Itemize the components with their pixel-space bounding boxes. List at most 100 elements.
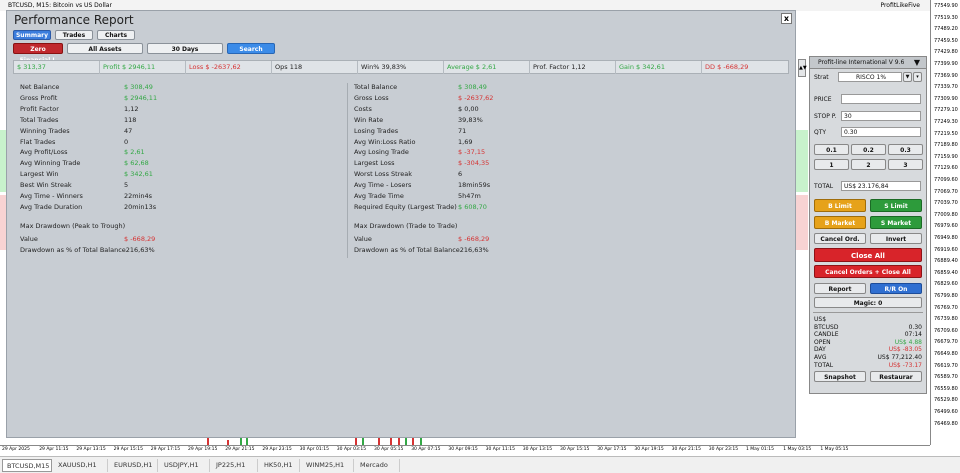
- stat-row: Largest Win $ 342,61: [20, 170, 320, 180]
- search-button[interactable]: Search: [227, 43, 275, 54]
- close-button[interactable]: x: [781, 13, 792, 24]
- stat-value: 1,12: [124, 104, 139, 113]
- price-tick-label: 77249.30: [934, 119, 958, 125]
- stat-row: Losing Trades 71: [354, 127, 654, 137]
- strat-extra-button[interactable]: ▾: [913, 72, 922, 82]
- price-axis: 77549.90 77519.30 77489.20 77459.50 77429.80…: [930, 0, 960, 445]
- price-input[interactable]: [841, 94, 921, 104]
- tab-trades[interactable]: Trades: [55, 30, 93, 40]
- tab-charts[interactable]: Charts: [97, 30, 135, 40]
- report-button[interactable]: Report: [814, 283, 866, 294]
- stop-input[interactable]: 30: [841, 111, 921, 121]
- drawdown-value: $ -668,29: [124, 234, 156, 243]
- time-tick-label: 29 Apr 19:15: [188, 447, 218, 452]
- price-tick-label: 76529.80: [934, 397, 958, 404]
- price-tick-label: 77399.90: [934, 61, 958, 67]
- panel-info-label: BTCUSD: [814, 323, 839, 331]
- stat-label: Total Balance: [354, 83, 398, 91]
- stat-row: Net Balance $ 308,49: [20, 83, 320, 93]
- strat-select[interactable]: RISCO 1%: [838, 72, 902, 82]
- price-tick-label: 77369.90: [934, 72, 958, 79]
- price-tick-label: 76619.70: [934, 362, 958, 369]
- symbol-tab[interactable]: JP225,H1: [212, 459, 258, 472]
- stat-label: Largest Loss: [354, 159, 395, 168]
- stat-row: Largest Loss $ -304,35: [354, 159, 654, 169]
- symbol-tab[interactable]: XAUUSD,H1: [54, 459, 108, 472]
- time-tick-label: 30 Apr 11:15: [485, 447, 515, 452]
- tab-summary[interactable]: Summary: [13, 30, 51, 40]
- candle: [240, 438, 242, 445]
- assets-selector[interactable]: All Assets: [67, 43, 143, 54]
- performance-report-window: Performance Report x Summary Trades Char…: [6, 10, 796, 438]
- chart-top-label: ProfitLikeFive: [880, 2, 920, 9]
- collapse-arrow-icon[interactable]: ▼: [914, 57, 920, 69]
- symbol-tab[interactable]: BTCUSD,M15: [2, 459, 52, 472]
- sell-limit-button[interactable]: S Limit: [870, 199, 922, 212]
- stat-value: $ -304,35: [458, 159, 490, 168]
- panel-info-label: OPEN: [814, 338, 831, 346]
- stat-value: $ -2637,62: [458, 93, 494, 102]
- total-field: US$ 23.176,84: [841, 181, 921, 191]
- multiplier-button[interactable]: 1: [814, 159, 849, 170]
- qty-preset-button[interactable]: 0.3: [888, 144, 923, 155]
- price-tick-label: 77039.70: [934, 200, 958, 207]
- symbol-tab[interactable]: Mercado: [356, 459, 400, 472]
- stat-label: Total Trades: [20, 115, 59, 124]
- price-tick-label: 76799.80: [934, 293, 958, 299]
- rr-toggle-button[interactable]: R/R On: [870, 283, 922, 294]
- summary-cell: Prof. Factor 1,12: [530, 61, 616, 74]
- buy-market-button[interactable]: B Market: [814, 216, 866, 229]
- stat-value: $ 308,49: [458, 83, 487, 91]
- time-tick-label: 30 Apr 17:15: [597, 447, 627, 452]
- drawdown-pct-row: Drawdown as % of Total Balance216,63%: [354, 246, 654, 256]
- qty-input[interactable]: 0.30: [841, 127, 921, 137]
- drawdown-pct-row: Drawdown as % of Total Balance216,63%: [20, 246, 320, 256]
- multiplier-button[interactable]: 2: [851, 159, 886, 170]
- stat-row: Best Win Streak 5: [20, 181, 320, 191]
- stat-row: Flat Trades 0: [20, 138, 320, 148]
- price-tick-label: 77069.70: [934, 188, 958, 195]
- stat-value: $ 608,70: [458, 202, 487, 211]
- price-tick-label: 76829.60: [934, 281, 958, 288]
- buy-limit-button[interactable]: B Limit: [814, 199, 866, 212]
- qty-preset-button[interactable]: 0.2: [851, 144, 886, 155]
- close-all-button[interactable]: Close All: [814, 248, 922, 262]
- stat-value: $ 0,00: [458, 104, 479, 113]
- invert-button[interactable]: Invert: [870, 233, 922, 244]
- stat-label: Best Win Streak: [20, 181, 72, 190]
- symbol-tab[interactable]: HK50,H1: [260, 459, 300, 472]
- stat-row: Winning Trades 47: [20, 127, 320, 137]
- stat-row: Total Trades 118: [20, 116, 320, 126]
- stat-label: Net Balance: [20, 83, 60, 91]
- qty-preset-button[interactable]: 0.1: [814, 144, 849, 155]
- stat-row: Total Balance $ 308,49: [354, 83, 654, 93]
- period-selector[interactable]: 30 Days: [147, 43, 223, 54]
- cancel-close-all-button[interactable]: Cancel Orders + Close All: [814, 265, 922, 278]
- stats-divider: [347, 83, 348, 258]
- sell-market-button[interactable]: S Market: [870, 216, 922, 229]
- time-tick-label: 30 Apr 21:15: [671, 447, 701, 452]
- panel-info-row: TOTAL US$ -73.17: [814, 362, 922, 370]
- snapshot-button[interactable]: Snapshot: [814, 371, 866, 382]
- symbol-tab[interactable]: WINM25,H1: [302, 459, 354, 472]
- symbol-tab[interactable]: EURUSD,H1: [110, 459, 158, 472]
- restore-button[interactable]: Restaurar: [870, 371, 922, 382]
- stat-row: Gross Loss $ -2637,62: [354, 94, 654, 104]
- stat-label: Win Rate: [354, 115, 384, 124]
- symbol-tabs: BTCUSD,M15 XAUUSD,H1 EURUSD,H1 USDJPY,H1 JP2…: [0, 456, 960, 473]
- price-tick-label: 77159.90: [934, 153, 958, 160]
- symbol-tab[interactable]: USDJPY,H1: [160, 459, 210, 472]
- account-selector[interactable]: Zero Financial L: [13, 43, 63, 64]
- multiplier-button[interactable]: 3: [888, 159, 923, 170]
- drawdown-pct-label: Drawdown as % of Total Balance216,63%: [20, 245, 155, 254]
- magic-button[interactable]: Magic: 0: [814, 297, 922, 308]
- stat-row: Profit Factor 1,12: [20, 105, 320, 115]
- panel-scroll-button[interactable]: ▲▼: [798, 59, 807, 77]
- stat-label: Avg Trade Duration: [20, 202, 83, 211]
- stat-row: Avg Winning Trade $ 62,68: [20, 159, 320, 169]
- time-tick-label: 30 Apr 23:15: [708, 447, 739, 452]
- stat-label: Avg Trade Time: [354, 192, 404, 200]
- price-tick-label: 76859.40: [934, 269, 958, 276]
- strat-dropdown-icon[interactable]: ▼: [903, 72, 912, 82]
- cancel-orders-button[interactable]: Cancel Ord.: [814, 233, 866, 244]
